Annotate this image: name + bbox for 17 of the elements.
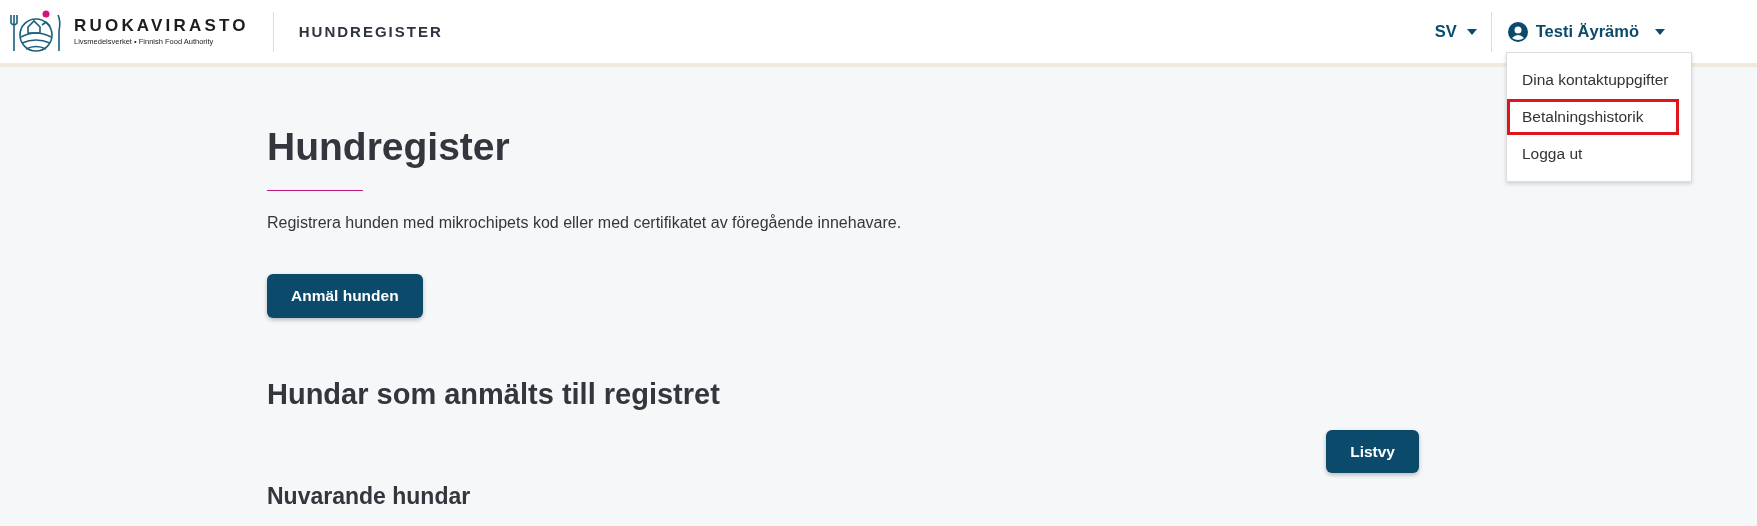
- menu-item[interactable]: Dina kontaktuppgifter: [1507, 62, 1679, 98]
- user-menu-button[interactable]: Testi Äyrämö: [1507, 17, 1665, 46]
- menu-item[interactable]: Betalningshistorik: [1507, 99, 1679, 135]
- section-title: Hundar som anmälts till registret: [267, 377, 720, 412]
- page-title: Hundregister: [267, 124, 510, 170]
- register-dog-button[interactable]: Anmäl hunden: [267, 274, 423, 318]
- service-title: HUNDREGISTER: [298, 23, 443, 40]
- user-icon: [1507, 21, 1528, 42]
- list-view-button[interactable]: Listvy: [1326, 430, 1419, 473]
- logo-drawing: [10, 8, 62, 55]
- logo-name: RUOKAVIRASTO: [74, 17, 249, 34]
- caret-icon: [1655, 28, 1665, 35]
- language-selector[interactable]: SV: [1434, 18, 1477, 45]
- subsection-title: Nuvarande hundar: [267, 482, 471, 510]
- menu-item[interactable]: Logga ut: [1507, 136, 1679, 172]
- intro-text: Registrera hunden med mikrochipets kod eller med certifikatet av föregående innehavare.: [267, 213, 902, 233]
- caret-icon: [1466, 28, 1477, 35]
